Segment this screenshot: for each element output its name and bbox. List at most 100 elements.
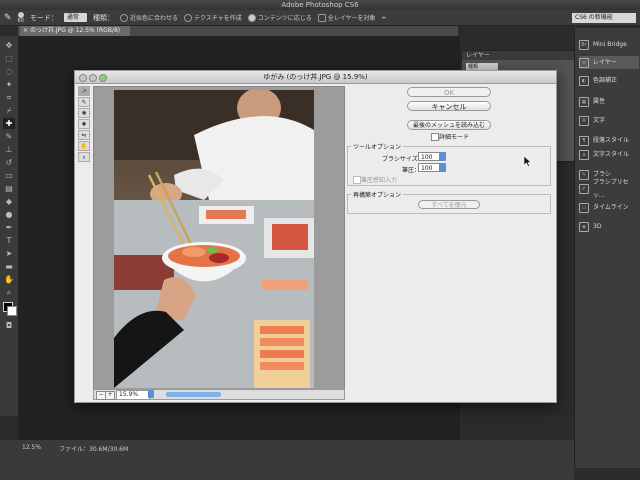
- zoom-window-icon[interactable]: [99, 74, 107, 82]
- panel-layers[interactable]: ≡ レイヤー: [579, 56, 639, 69]
- panel-timeline[interactable]: ▭ タイムライン: [579, 201, 639, 214]
- dialog-title: ゆがみ (のっけ丼.JPG @ 15.9%): [263, 73, 368, 81]
- healing-brush-tool-icon[interactable]: ✚: [3, 118, 15, 129]
- zoom-progress-bar: [166, 392, 221, 397]
- marquee-tool-icon[interactable]: ⬚: [3, 53, 15, 64]
- minimize-window-icon[interactable]: [89, 74, 97, 82]
- status-file-size: ファイル：30.6M/30.6M: [59, 446, 129, 453]
- character-icon: A: [579, 115, 589, 126]
- options-bar: ✎ 60 モード： 通常 種類： 近似色に合わせる テクスチャを作成 コンテンツ…: [0, 10, 640, 26]
- dialog-title-bar: ゆがみ (のっけ丼.JPG @ 15.9%): [75, 71, 556, 84]
- brush-tool-icon[interactable]: ✎: [4, 13, 12, 23]
- checkbox-icon: [317, 13, 326, 22]
- background-color-swatch[interactable]: [7, 306, 17, 316]
- crop-tool-icon[interactable]: ⌗: [3, 92, 15, 103]
- toolbox: ✥ ⬚ ◌ ✦ ⌗ ⌿ ✚ ✎ ⊥ ↺ ▭ ▤ ◆ ● ✒ T ➤ ▬ ✋ ⌕ …: [0, 36, 19, 416]
- path-select-tool-icon[interactable]: ➤: [3, 248, 15, 259]
- ok-button[interactable]: OK: [407, 87, 491, 97]
- zoom-tool-icon[interactable]: ⌕: [78, 152, 90, 162]
- brush-presets-icon: ✐: [579, 183, 589, 194]
- adjustments-icon: ◐: [579, 75, 589, 86]
- panel-character-styles[interactable]: a 文字スタイル: [579, 148, 639, 161]
- radio-content-aware[interactable]: コンテンツに応じる: [247, 13, 312, 22]
- gradient-tool-icon[interactable]: ▤: [3, 183, 15, 194]
- zoom-level-field[interactable]: 15.9%: [116, 390, 150, 400]
- type-tool-icon[interactable]: T: [3, 235, 15, 246]
- eyedropper-tool-icon[interactable]: ⌿: [3, 105, 15, 116]
- brush-size-value: 60: [17, 17, 24, 24]
- reconstruct-tool-icon[interactable]: ✎: [78, 97, 90, 107]
- liquify-preview[interactable]: [93, 86, 345, 391]
- app-title: Adobe Photoshop CS6: [281, 1, 359, 9]
- tool-options-group: ツールオプション ブラシサイズ： 100 筆圧： 100 筆圧感知入力: [347, 142, 551, 186]
- liquify-dialog: ゆがみ (のっけ丼.JPG @ 15.9%) ↗ ✎ ✺ ✹ ⇋ ✋ ⌕ − +…: [74, 70, 557, 403]
- pressure-icon[interactable]: ⌁: [382, 13, 387, 22]
- status-zoom[interactable]: 12.5%: [22, 444, 41, 453]
- push-left-tool-icon[interactable]: ⇋: [78, 130, 90, 140]
- zoom-tool-icon[interactable]: ⌕: [3, 287, 15, 298]
- brush-size-field[interactable]: 100: [418, 152, 440, 161]
- layers-icon: ≡: [579, 57, 589, 68]
- mode-select[interactable]: 通常: [63, 13, 87, 22]
- properties-icon: ▦: [579, 96, 589, 107]
- cancel-button[interactable]: キャンセル: [407, 101, 491, 111]
- liquify-toolbar: ↗ ✎ ✺ ✹ ⇋ ✋ ⌕: [78, 86, 90, 166]
- brush-preview-icon[interactable]: 60: [17, 11, 24, 24]
- lasso-tool-icon[interactable]: ◌: [3, 66, 15, 77]
- type-label: 種類：: [92, 13, 114, 22]
- hand-tool-icon[interactable]: ✋: [78, 141, 90, 151]
- photo-preview-image[interactable]: [114, 90, 314, 388]
- stylus-pressure-checkbox[interactable]: [353, 176, 361, 184]
- brush-panel-icon: ✎: [579, 169, 589, 180]
- bloat-tool-icon[interactable]: ✹: [78, 119, 90, 129]
- radio-icon: [247, 13, 256, 22]
- panel-properties[interactable]: ▦ 属性: [579, 95, 639, 108]
- shape-tool-icon[interactable]: ▬: [3, 261, 15, 272]
- radio-texture[interactable]: テクスチャを作成: [183, 13, 242, 22]
- close-window-icon[interactable]: [79, 74, 87, 82]
- timeline-icon: ▭: [579, 202, 589, 213]
- load-last-mesh-button[interactable]: 最後のメッシュを読み込む: [407, 120, 491, 130]
- pucker-tool-icon[interactable]: ✺: [78, 108, 90, 118]
- zoom-in-button[interactable]: +: [105, 391, 115, 400]
- forward-warp-tool-icon[interactable]: ↗: [78, 86, 90, 96]
- mouse-cursor-icon: [524, 156, 532, 167]
- pen-tool-icon[interactable]: ✒: [3, 222, 15, 233]
- panel-paragraph-styles[interactable]: ¶ 段落スタイル: [579, 134, 639, 147]
- panel-character[interactable]: A 文字: [579, 114, 639, 127]
- eraser-tool-icon[interactable]: ▭: [3, 170, 15, 181]
- pressure-stepper-icon[interactable]: [439, 163, 446, 172]
- character-styles-icon: a: [579, 149, 589, 160]
- panel-brush-presets[interactable]: ✐ ブラシプリセッ...: [579, 179, 639, 199]
- advanced-mode-label: 詳細モード: [439, 134, 470, 141]
- close-icon[interactable]: ×: [23, 27, 30, 34]
- blur-tool-icon[interactable]: ◆: [3, 196, 15, 207]
- restore-all-button[interactable]: すべてを復元: [418, 200, 480, 209]
- panel-3d[interactable]: ◈ 3D: [579, 220, 639, 233]
- dodge-tool-icon[interactable]: ●: [3, 209, 15, 220]
- advanced-mode-checkbox[interactable]: [431, 133, 439, 141]
- workspace-select[interactable]: CS6 の新機能: [572, 13, 636, 23]
- brush-tool-icon[interactable]: ✎: [3, 131, 15, 142]
- brush-size-stepper-icon[interactable]: [439, 152, 446, 161]
- quick-select-tool-icon[interactable]: ✦: [3, 79, 15, 90]
- radio-icon: [183, 13, 192, 22]
- panel-adjustments[interactable]: ◐ 色調補正: [579, 74, 639, 87]
- reconstruct-options-label: 再構築オプション: [351, 190, 404, 199]
- document-tab-bar: × のっけ丼.JPG @ 12.5% (RGB/8): [18, 26, 458, 36]
- zoom-stepper-icon[interactable]: [148, 390, 154, 398]
- stamp-tool-icon[interactable]: ⊥: [3, 144, 15, 155]
- hand-tool-icon[interactable]: ✋: [3, 274, 15, 285]
- app-title-bar: Adobe Photoshop CS6: [0, 0, 640, 10]
- quick-mask-icon[interactable]: ◘: [3, 320, 15, 331]
- status-line: 12.5% ファイル：30.6M/30.6M: [0, 444, 596, 453]
- document-tab[interactable]: × のっけ丼.JPG @ 12.5% (RGB/8): [20, 26, 130, 36]
- panel-mini-bridge[interactable]: Br Mini Bridge: [579, 38, 639, 51]
- radio-icon: [119, 13, 128, 22]
- history-brush-tool-icon[interactable]: ↺: [3, 157, 15, 168]
- radio-proximity[interactable]: 近似色に合わせる: [119, 13, 178, 22]
- food-photo: [114, 90, 314, 388]
- pressure-field[interactable]: 100: [418, 163, 440, 172]
- move-tool-icon[interactable]: ✥: [3, 40, 15, 51]
- all-layers-checkbox[interactable]: 全レイヤーを対象: [317, 13, 376, 22]
